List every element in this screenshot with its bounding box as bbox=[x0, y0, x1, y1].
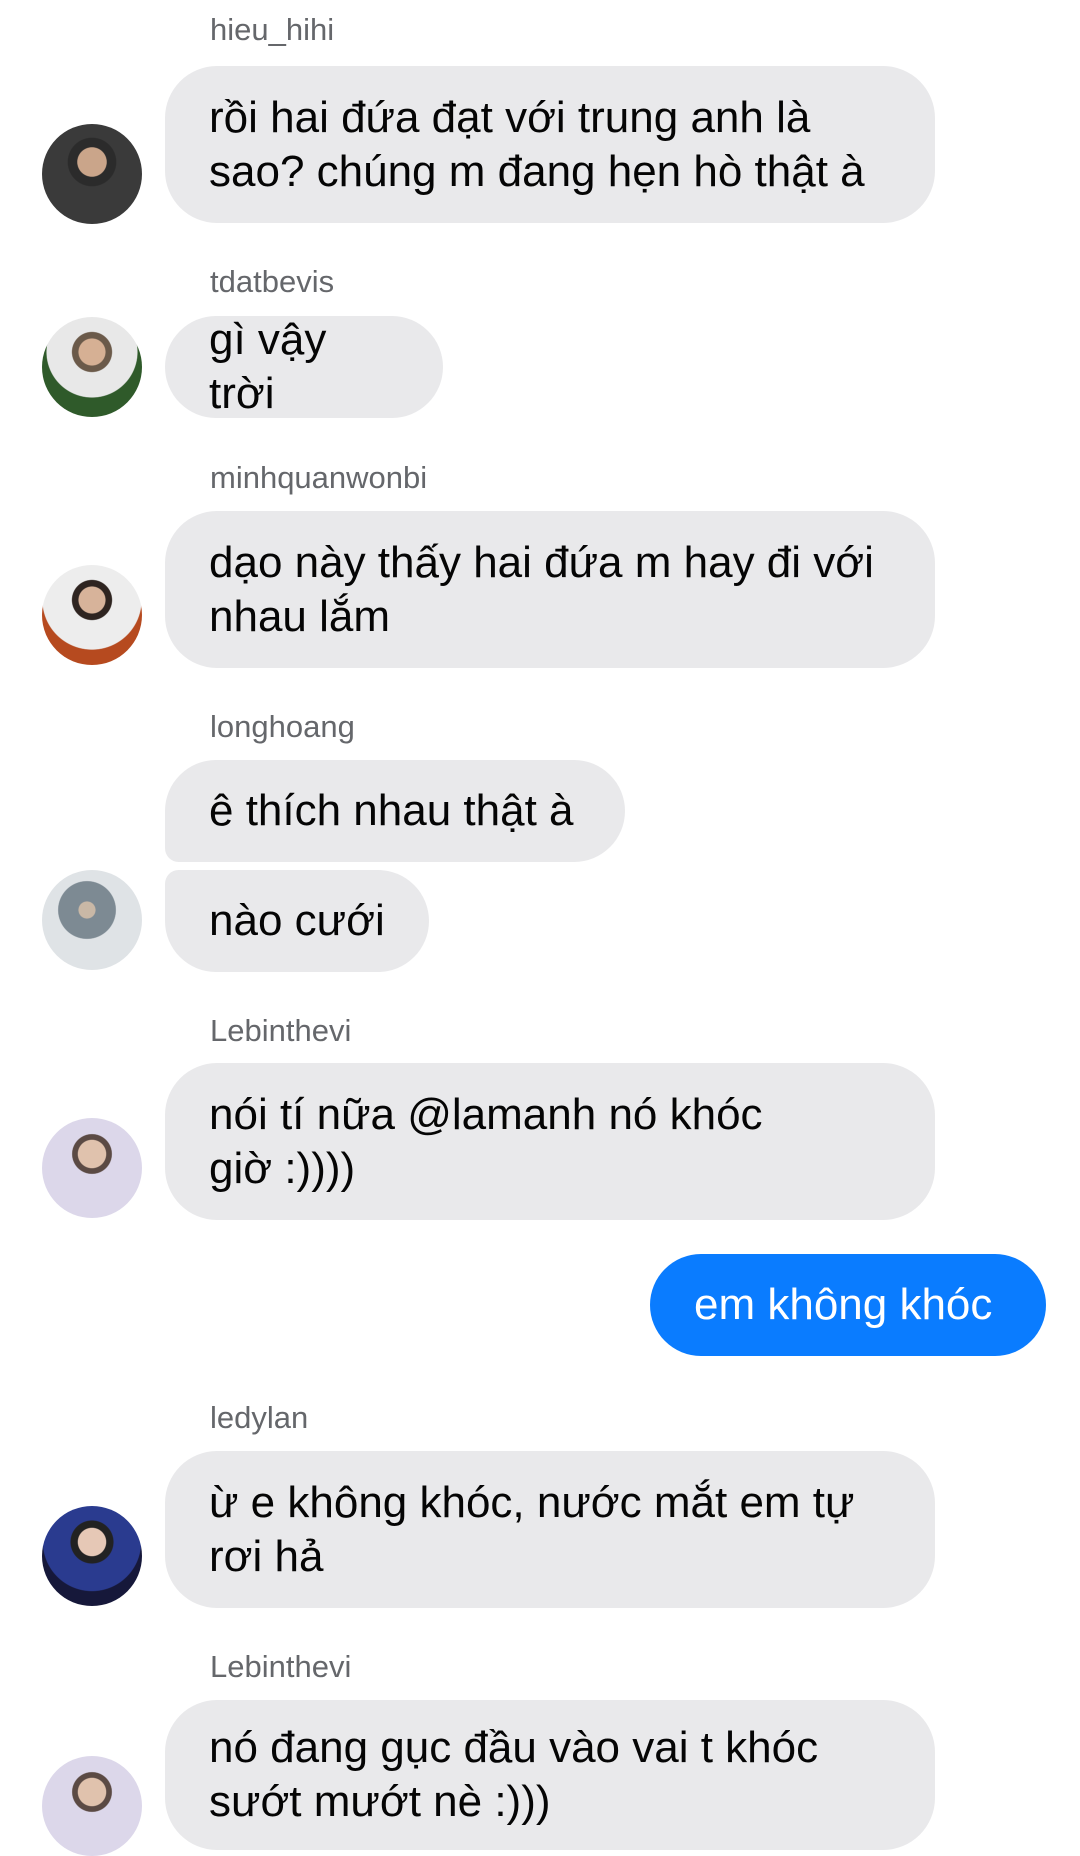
user-avatar[interactable] bbox=[42, 565, 142, 665]
message-line: ừ e không khóc, nước mắt em tự bbox=[209, 1477, 855, 1527]
sender-name: hieu_hihi bbox=[210, 12, 335, 47]
message-bubble[interactable]: ừ e không khóc, nước mắt em tự rơi hả bbox=[165, 1451, 935, 1608]
message-bubble[interactable]: nó đang gục đầu vào vai t khóc sướt mướt… bbox=[165, 1700, 935, 1850]
sender-name: tdatbevis bbox=[210, 264, 335, 299]
message-line: gì vậy trời bbox=[209, 315, 327, 418]
message-line: rồi hai đứa đạt với trung anh là bbox=[209, 92, 811, 142]
chat-thread: hieu_hihi rồi hai đứa đạt với trung anh … bbox=[0, 0, 1080, 1856]
message-line: nói tí nữa @lamanh nó khóc bbox=[209, 1089, 763, 1139]
sender-name: minhquanwonbi bbox=[210, 460, 428, 495]
message-bubble[interactable]: gì vậy trời bbox=[165, 315, 443, 418]
message-line: dạo này thấy hai đứa m hay đi với bbox=[209, 537, 874, 587]
message-line: em không khóc bbox=[694, 1280, 993, 1329]
message-bubble[interactable]: ê thích nhau thật à bbox=[165, 760, 625, 862]
sender-name: Lebinthevi bbox=[210, 1013, 352, 1048]
user-avatar[interactable] bbox=[42, 1756, 142, 1856]
message-line: nào cưới bbox=[209, 896, 385, 945]
sender-name: longhoang bbox=[210, 709, 355, 744]
user-avatar[interactable] bbox=[42, 317, 142, 417]
message-line: nhau lắm bbox=[209, 591, 391, 641]
message-bubble[interactable]: nào cưới bbox=[165, 870, 429, 972]
message-line: giờ :)))) bbox=[209, 1143, 356, 1193]
outgoing-message-bubble[interactable]: em không khóc bbox=[650, 1254, 1046, 1356]
user-avatar[interactable] bbox=[42, 124, 142, 224]
message-line: ê thích nhau thật à bbox=[209, 786, 574, 835]
user-avatar[interactable] bbox=[42, 1506, 142, 1606]
message-line: nó đang gục đầu vào vai t khóc bbox=[209, 1723, 819, 1772]
user-avatar[interactable] bbox=[42, 870, 142, 970]
message-bubble[interactable]: dạo này thấy hai đứa m hay đi với nhau l… bbox=[165, 511, 935, 668]
sender-name: ledylan bbox=[210, 1400, 309, 1435]
sender-name: Lebinthevi bbox=[210, 1649, 352, 1684]
message-line: sướt mướt nè :))) bbox=[209, 1777, 551, 1826]
message-bubble[interactable]: rồi hai đứa đạt với trung anh là sao? ch… bbox=[165, 66, 935, 223]
user-avatar[interactable] bbox=[42, 1118, 142, 1218]
message-line: sao? chúng m đang hẹn hò thật à bbox=[209, 146, 865, 196]
message-line: rơi hả bbox=[209, 1531, 324, 1581]
message-bubble[interactable]: nói tí nữa @lamanh nó khóc giờ :)))) bbox=[165, 1063, 935, 1220]
